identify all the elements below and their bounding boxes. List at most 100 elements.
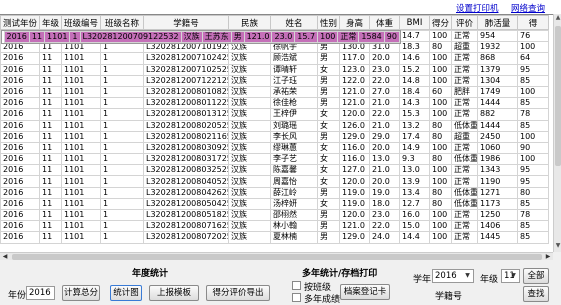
- multi-score-checkbox[interactable]: [292, 293, 301, 302]
- table-cell: 1271: [477, 186, 518, 199]
- column-header[interactable]: 姓名: [270, 15, 318, 30]
- table-row[interactable]: 20161111011L320281200805042524汉族汤梓妍女119.…: [0, 197, 549, 211]
- table-cell: L320281200710242515: [143, 52, 229, 65]
- by-class-checkbox[interactable]: [292, 281, 301, 290]
- search-button[interactable]: 查找: [523, 286, 549, 302]
- table-cell: 14.8: [399, 74, 430, 87]
- column-header[interactable]: 性别: [317, 15, 340, 30]
- table-cell: 9.3: [399, 153, 430, 166]
- year-input[interactable]: 2016: [26, 286, 55, 300]
- vertical-scroll-thumb[interactable]: [555, 26, 561, 166]
- table-cell: 1101: [61, 197, 101, 211]
- table-cell: 李子艺: [270, 153, 318, 166]
- table-row[interactable]: 20161111011L320281200802052528汉族刘璐瑶女126.…: [0, 119, 549, 132]
- school-year-select[interactable]: 2016 ▼: [432, 269, 474, 283]
- table-cell: 正常: [451, 208, 478, 222]
- column-header[interactable]: 民族: [228, 15, 271, 30]
- table-cell: 17.4: [399, 130, 430, 143]
- column-header[interactable]: 体重: [369, 15, 400, 30]
- table-cell: 1: [100, 97, 144, 110]
- column-header[interactable]: 学籍号: [143, 15, 229, 30]
- table-cell: 11: [39, 97, 62, 110]
- table-cell: 21.0: [369, 164, 400, 177]
- table-row[interactable]: 20161111011L320281200807162511汉族林小翰男121.…: [0, 220, 549, 233]
- table-cell: 汉族: [228, 231, 271, 244]
- table-row[interactable]: 20161111011L320281200803252521汉族陈嘉馨女127.…: [0, 164, 549, 177]
- table-cell: 22.0: [369, 74, 400, 87]
- table-row[interactable]: 20161111011L320281200801312523汉族王梓伊女120.…: [0, 108, 549, 121]
- column-header[interactable]: 身高: [339, 15, 370, 30]
- table-cell: 1: [100, 164, 144, 177]
- table-cell: 20.0: [369, 175, 400, 188]
- table-cell: 85: [517, 220, 549, 233]
- table-cell: 低体重: [451, 186, 478, 199]
- table-row[interactable]: 20161111011L320281200805182530汉族邵栩然男120.…: [0, 208, 549, 222]
- table-cell: L320281200801082537: [143, 85, 229, 99]
- calc-total-button[interactable]: 计算总分: [62, 285, 100, 301]
- grade-select[interactable]: 11 ▼: [501, 269, 520, 283]
- table-cell: 121.0: [243, 30, 273, 44]
- table-cell: 11: [39, 52, 62, 65]
- table-cell: 1101: [61, 164, 101, 177]
- table-row[interactable]: 20161111011L320281200804262517汉族薛江岭男119.…: [0, 186, 549, 199]
- table-cell: 15.0: [399, 220, 430, 233]
- column-header[interactable]: 班级编号: [61, 15, 101, 30]
- table-row[interactable]: 2016 11 1101 1 L320281200709122532 汉族 王苏东男 121.…: [0, 30, 401, 44]
- table-cell: 女: [317, 197, 340, 211]
- show-all-button[interactable]: 全部: [523, 268, 549, 284]
- column-header[interactable]: 得分: [429, 15, 452, 30]
- table-cell: 18.4: [399, 85, 430, 99]
- printer-setup-link[interactable]: 设置打印机: [456, 2, 499, 14]
- column-header[interactable]: 得: [517, 15, 549, 30]
- table-cell: 1986: [477, 153, 518, 166]
- table-row[interactable]: 20161111011L320281200710242515汉族顾浩斌男117.…: [0, 52, 549, 65]
- table-cell: 23.0: [271, 30, 296, 44]
- table-cell: 11: [39, 63, 62, 76]
- table-row[interactable]: 20161111011L320281200803092528汉族缪琳蕙女116.…: [0, 141, 549, 155]
- scroll-up-icon[interactable]: ▲: [554, 14, 561, 24]
- scroll-down-icon[interactable]: ▼: [554, 242, 561, 252]
- column-header[interactable]: 肺活量: [477, 15, 518, 30]
- stats-chart-button[interactable]: 统计图: [110, 285, 142, 301]
- table-cell: 王苏东: [201, 30, 232, 44]
- table-cell: 1: [100, 231, 144, 244]
- web-query-link[interactable]: 网络查询: [511, 2, 545, 14]
- horizontal-scrollbar[interactable]: ◀ ▶: [0, 252, 553, 260]
- table-row[interactable]: 20161111011L320281200710252529汉族谭晴轩女123.…: [0, 63, 549, 76]
- table-cell: L320281200803172528: [143, 153, 229, 166]
- table-row[interactable]: 20161111011L320281200712212512汉族江子珏男122.…: [0, 74, 549, 87]
- table-row[interactable]: 20161111011L320281200801082537汉族承祐荣男121.…: [0, 85, 549, 99]
- column-header[interactable]: 评价: [451, 15, 478, 30]
- table-row[interactable]: 20161111011L320281200802116559汉族李长风男129.…: [0, 130, 549, 143]
- table-row[interactable]: 20161111011L320281200807202536汉族夏林楠男129.…: [0, 231, 549, 244]
- table-cell: 20.0: [369, 52, 400, 65]
- vertical-scrollbar[interactable]: ▲ ▼: [553, 14, 561, 252]
- table-cell: 116.0: [339, 141, 370, 155]
- table-cell: 李长风: [270, 130, 318, 143]
- table-cell: 汉族: [228, 85, 271, 99]
- archive-card-button[interactable]: 档案登记卡: [340, 284, 390, 300]
- upload-template-button[interactable]: 上报模板: [149, 285, 199, 301]
- table-cell: 1101: [61, 141, 101, 155]
- table-row[interactable]: 20161111011L320281200804052528汉族周嘉怡女120.…: [0, 175, 549, 188]
- table-cell: L320281200801312523: [143, 108, 229, 121]
- table-cell: 64: [517, 52, 549, 65]
- table-cell: 正常: [451, 74, 478, 87]
- export-evaluation-button[interactable]: 得分评价导出: [206, 285, 270, 301]
- table-cell: 正常: [451, 175, 478, 188]
- table-cell: 18.3: [399, 41, 430, 54]
- table-row[interactable]: 20161111011L320281200803172528汉族李子艺女116.…: [0, 153, 549, 166]
- table-cell: 121.0: [339, 220, 370, 233]
- table-cell: 13.4: [399, 186, 430, 199]
- column-header[interactable]: 班级名称: [100, 15, 144, 30]
- column-header[interactable]: BMI: [399, 15, 430, 30]
- table-cell: 19.0: [369, 186, 400, 199]
- table-cell: L320281200802116559: [143, 130, 229, 143]
- table-cell: 15.2: [399, 63, 430, 76]
- column-header[interactable]: 测试年份: [0, 15, 40, 30]
- table-row[interactable]: 20161111011L320281200801122539汉族徐佳枪男121.…: [0, 97, 549, 110]
- table-cell: 11: [39, 85, 62, 99]
- table-cell: 23.0: [369, 208, 400, 222]
- table-cell: 夏林楠: [270, 231, 318, 244]
- column-header[interactable]: 年级: [39, 15, 62, 30]
